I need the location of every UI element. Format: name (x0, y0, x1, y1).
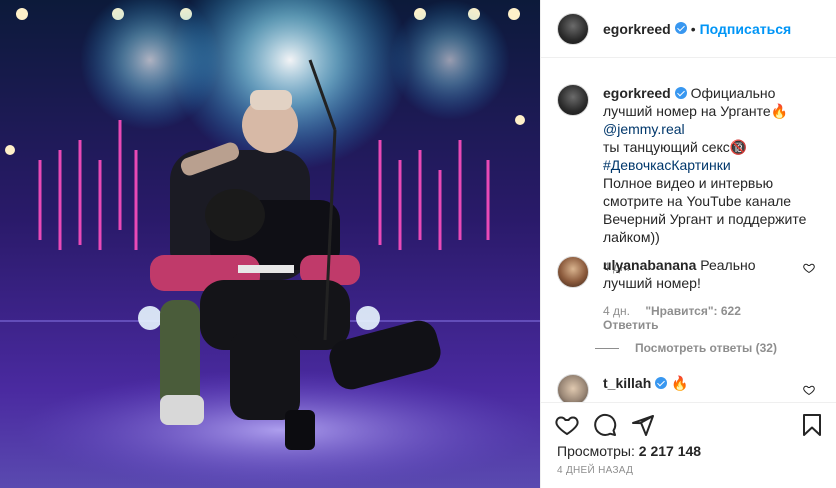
comment-time[interactable]: 4 дн. (603, 304, 630, 318)
views-label: Просмотры: (557, 443, 635, 459)
reply-button[interactable]: Ответить (603, 318, 658, 332)
header-separator: • (690, 20, 696, 37)
post-sidebar: egorkreed • Подписаться egorkreed Официа… (540, 0, 836, 488)
verified-badge-icon (674, 21, 687, 34)
post-header: egorkreed • Подписаться (541, 0, 836, 58)
follow-button[interactable]: Подписаться (700, 21, 792, 37)
adult-emoji: 🔞 (729, 139, 748, 155)
share-icon[interactable] (631, 413, 655, 437)
video-frame-illustration (0, 0, 540, 488)
verified-badge-icon (674, 87, 687, 100)
like-comment-heart-icon[interactable] (803, 384, 815, 396)
comment-username[interactable]: t_killah (603, 375, 651, 391)
post-caption: egorkreed Официально лучший номер на Ург… (557, 84, 813, 276)
verified-badge-icon (655, 377, 668, 390)
views-count[interactable]: Просмотры: 2 217 148 (557, 443, 701, 459)
comment-text: 🔥 (671, 375, 689, 391)
caption-username[interactable]: egorkreed (603, 85, 671, 101)
views-number: 2 217 148 (638, 443, 702, 459)
caption-mention[interactable]: @jemmy.real (603, 121, 685, 137)
comment-item: t_killah 🔥 (557, 374, 813, 402)
commenter-avatar[interactable] (557, 374, 589, 402)
commenter-avatar[interactable] (557, 256, 589, 288)
caption-author-avatar[interactable] (557, 84, 589, 116)
post-video[interactable] (0, 0, 540, 488)
comment-likes[interactable]: "Нравится": 622 (645, 304, 741, 318)
caption-text-3: Полное видео и интервью смотрите на YouT… (603, 175, 807, 245)
comments-section[interactable]: egorkreed Официально лучший номер на Ург… (541, 58, 836, 402)
view-replies-button[interactable]: Посмотреть ответы (32) (595, 341, 777, 355)
comment-body: ulyanabanana Реально лучший номер! 4 дн.… (603, 256, 799, 332)
action-icons (555, 413, 669, 437)
comment-body: t_killah 🔥 (603, 374, 813, 402)
instagram-post-view: egorkreed • Подписаться egorkreed Официа… (0, 0, 836, 488)
comment-item: ulyanabanana Реально лучший номер! 4 дн.… (557, 256, 799, 332)
author-username[interactable]: egorkreed (603, 21, 671, 37)
comment-username[interactable]: ulyanabanana (603, 257, 696, 273)
post-actions: Просмотры: 2 217 148 4 ДНЕЙ НАЗАД (541, 402, 836, 488)
fire-emoji: 🔥 (770, 103, 789, 119)
bookmark-icon[interactable] (801, 413, 823, 437)
post-date[interactable]: 4 ДНЕЙ НАЗАД (557, 465, 633, 476)
author-avatar[interactable] (557, 12, 589, 45)
caption-text-2: ты танцующий секс (603, 139, 730, 155)
replies-divider (595, 347, 619, 349)
caption-hashtag[interactable]: #ДевочкасКартинки (603, 157, 731, 173)
view-replies-label: Посмотреть ответы (32) (635, 341, 777, 355)
caption-body: egorkreed Официально лучший номер на Ург… (603, 84, 813, 276)
comment-icon[interactable] (593, 413, 617, 437)
like-comment-heart-icon[interactable] (803, 262, 815, 274)
heart-icon[interactable] (555, 413, 579, 437)
